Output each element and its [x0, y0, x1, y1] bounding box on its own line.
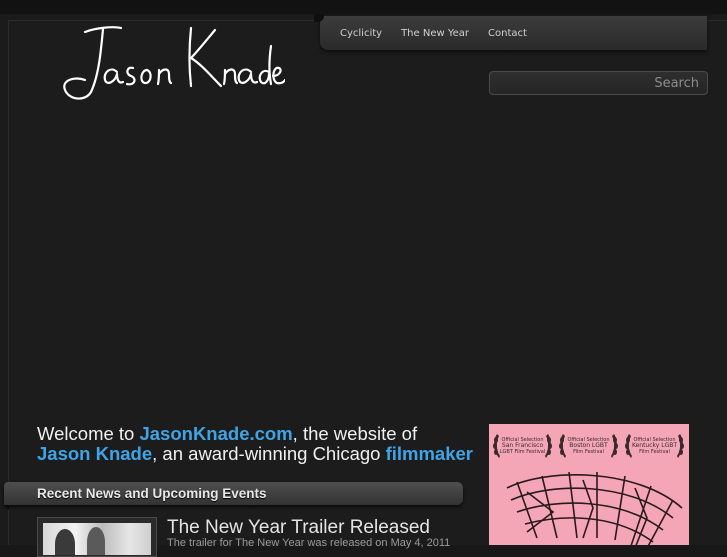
laurel-line3: Film Festival: [639, 449, 670, 455]
search-input[interactable]: [490, 72, 655, 94]
welcome-text-part2: , the website of: [292, 423, 418, 444]
site-logo[interactable]: [55, 20, 287, 106]
news-thumbnail-image: [43, 523, 151, 555]
filmmaker-link[interactable]: filmmaker: [386, 443, 473, 464]
welcome-text-part3: , an award-winning Chicago: [152, 442, 386, 464]
search-button[interactable]: Search: [654, 76, 699, 91]
laurel-badge-kentucky: Official Selection Kentucky LGBT Film Fe…: [623, 430, 686, 462]
news-thumbnail[interactable]: [37, 517, 157, 557]
welcome-message: Welcome to JasonKnade.com, the website o…: [37, 424, 477, 463]
news-item-excerpt: The trailer for The New Year was release…: [167, 537, 451, 549]
laurel-badge-boston: Official Selection Boston LGBT Film Fest…: [557, 430, 620, 462]
main-navigation: Cyclicity The New Year Contact: [314, 14, 707, 50]
nav-item-contact[interactable]: Contact: [488, 28, 527, 39]
laurel-badge-san-francisco: Official Selection San Francisco LGBT Fi…: [491, 430, 554, 462]
film-poster[interactable]: Official Selection San Francisco LGBT Fi…: [489, 424, 689, 545]
laurel-line3: Film Festival: [573, 449, 604, 455]
nav-item-the-new-year[interactable]: The New Year: [401, 28, 469, 39]
laurel-line3: LGBT Film Festival: [499, 449, 546, 455]
news-section-title: Recent News and Upcoming Events: [37, 486, 267, 501]
nav-item-cyclicity[interactable]: Cyclicity: [340, 28, 382, 39]
ferris-wheel-icon: [506, 471, 683, 545]
logo-signature-icon: [63, 26, 287, 100]
about-jason-link[interactable]: Jason Knade: [37, 443, 152, 464]
top-strip: [0, 0, 727, 14]
search-box: Search: [489, 71, 708, 95]
news-item-title[interactable]: The New Year Trailer Released: [167, 517, 430, 539]
welcome-text-part1: Welcome to: [37, 423, 140, 444]
site-home-link[interactable]: JasonKnade.com: [139, 423, 292, 444]
news-section-header: Recent News and Upcoming Events: [4, 482, 463, 510]
